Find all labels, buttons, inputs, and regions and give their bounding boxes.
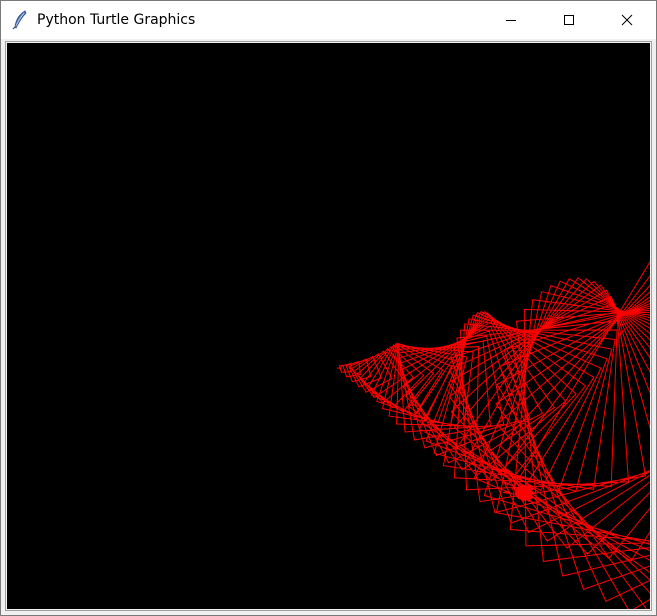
feather-icon (11, 10, 29, 30)
spiral-path (336, 260, 650, 609)
window-title: Python Turtle Graphics (37, 12, 196, 28)
title-bar[interactable]: Python Turtle Graphics (1, 1, 656, 39)
turtle-drawing (336, 260, 650, 609)
minimize-button[interactable] (482, 1, 540, 39)
maximize-icon (563, 11, 575, 30)
turtle-body (515, 486, 531, 500)
close-icon (621, 11, 633, 30)
close-button[interactable] (598, 1, 656, 39)
minimize-icon (505, 11, 517, 30)
maximize-button[interactable] (540, 1, 598, 39)
turtle-canvas[interactable] (7, 43, 650, 609)
app-window: Python Turtle Graphics (0, 0, 657, 616)
spiral-squares (336, 260, 650, 609)
